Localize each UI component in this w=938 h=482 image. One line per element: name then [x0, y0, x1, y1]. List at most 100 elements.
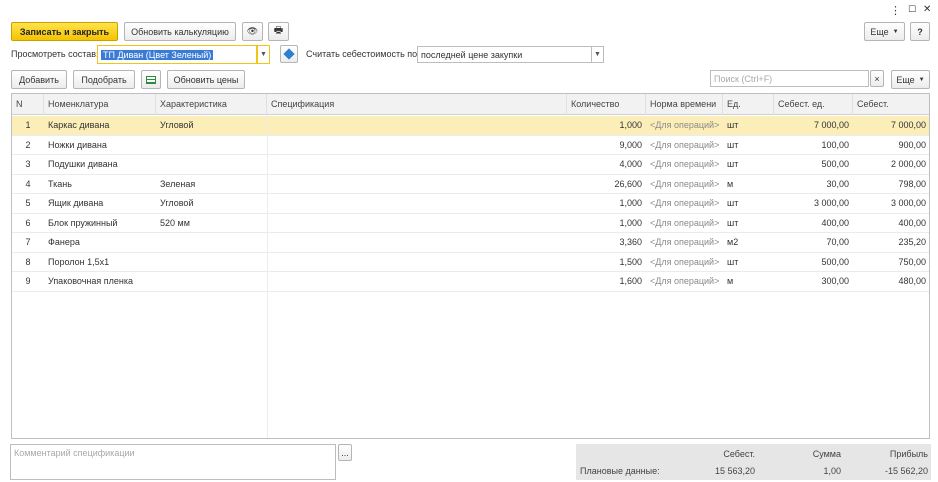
cell-specification[interactable]	[267, 175, 567, 194]
view-composition-field[interactable]: ТП Диван (Цвет Зеленый)	[97, 45, 257, 64]
cell-quantity[interactable]: 1,000	[567, 194, 646, 213]
cell-unit[interactable]: шт	[723, 136, 774, 155]
table-row[interactable]: 3 Подушки дивана 4,000 <Для операций> шт 500,…	[12, 155, 929, 175]
cell-time-norm[interactable]: <Для операций>	[646, 155, 723, 174]
table-icon[interactable]	[141, 70, 161, 89]
cell-quantity[interactable]: 1,000	[567, 214, 646, 233]
cell-characteristic[interactable]: Угловой	[156, 116, 267, 135]
table-row[interactable]: 4 Ткань Зеленая 26,600 <Для операций> м 30,00 7…	[12, 175, 929, 194]
cell-nomenclature[interactable]: Ножки дивана	[44, 136, 156, 155]
cell-n[interactable]: 6	[12, 214, 44, 233]
cell-quantity[interactable]: 1,000	[567, 116, 646, 135]
column-header-time-norm[interactable]: Норма времени	[646, 94, 723, 115]
cell-time-norm[interactable]: <Для операций>	[646, 175, 723, 194]
cell-unit-cost[interactable]: 30,00	[774, 175, 853, 194]
comment-open-button[interactable]: ...	[338, 444, 352, 461]
cell-quantity[interactable]: 4,000	[567, 155, 646, 174]
pick-button[interactable]: Подобрать	[73, 70, 135, 89]
cell-characteristic[interactable]: Зеленая	[156, 175, 267, 194]
maximize-icon[interactable]: ☐	[908, 4, 916, 15]
table-row[interactable]: 9 Упаковочная пленка 1,600 <Для операций> м 3…	[12, 272, 929, 292]
cell-characteristic[interactable]	[156, 233, 267, 252]
column-header-unit[interactable]: Ед.	[723, 94, 774, 115]
search-clear-button[interactable]: ×	[870, 70, 884, 87]
cell-cost[interactable]: 900,00	[853, 136, 930, 155]
cell-specification[interactable]	[267, 136, 567, 155]
cell-unit-cost[interactable]: 3 000,00	[774, 194, 853, 213]
view-composition-dropdown[interactable]: ▼	[257, 45, 270, 64]
cell-n[interactable]: 4	[12, 175, 44, 194]
add-button[interactable]: Добавить	[11, 70, 67, 89]
eye-icon[interactable]: 👁	[242, 22, 263, 41]
cell-characteristic[interactable]: 520 мм	[156, 214, 267, 233]
cell-unit[interactable]: м2	[723, 233, 774, 252]
cell-cost[interactable]: 400,00	[853, 214, 930, 233]
cell-time-norm[interactable]: <Для операций>	[646, 272, 723, 291]
table-row[interactable]: 7 Фанера 3,360 <Для операций> м2 70,00 235,20	[12, 233, 929, 253]
cell-nomenclature[interactable]: Блок пружинный	[44, 214, 156, 233]
cell-unit[interactable]: шт	[723, 155, 774, 174]
table-row[interactable]: 1 Каркас дивана Угловой 1,000 <Для операций>…	[12, 116, 929, 136]
cell-nomenclature[interactable]: Фанера	[44, 233, 156, 252]
cell-quantity[interactable]: 1,600	[567, 272, 646, 291]
calc-cost-field[interactable]: последней цене закупки	[417, 46, 592, 63]
composition-table[interactable]: N Номенклатура Характеристика Спецификац…	[11, 93, 930, 439]
cell-unit[interactable]: шт	[723, 214, 774, 233]
cell-nomenclature[interactable]: Подушки дивана	[44, 155, 156, 174]
cell-characteristic[interactable]	[156, 155, 267, 174]
cell-quantity[interactable]: 1,500	[567, 253, 646, 272]
cell-nomenclature[interactable]: Ткань	[44, 175, 156, 194]
cell-time-norm[interactable]: <Для операций>	[646, 194, 723, 213]
table-more-button[interactable]: Еще ▼	[891, 70, 930, 89]
menu-icon[interactable]: ⋮	[890, 4, 901, 17]
cell-unit[interactable]: м	[723, 175, 774, 194]
more-button[interactable]: Еще ▼	[864, 22, 905, 41]
column-header-characteristic[interactable]: Характеристика	[156, 94, 267, 115]
cell-cost[interactable]: 7 000,00	[853, 116, 930, 135]
cell-specification[interactable]	[267, 233, 567, 252]
column-header-quantity[interactable]: Количество	[567, 94, 646, 115]
cell-unit-cost[interactable]: 400,00	[774, 214, 853, 233]
cell-n[interactable]: 5	[12, 194, 44, 213]
cell-unit-cost[interactable]: 500,00	[774, 155, 853, 174]
cell-nomenclature[interactable]: Каркас дивана	[44, 116, 156, 135]
cell-time-norm[interactable]: <Для операций>	[646, 214, 723, 233]
cell-nomenclature[interactable]: Ящик дивана	[44, 194, 156, 213]
cell-characteristic[interactable]	[156, 253, 267, 272]
search-input[interactable]: Поиск (Ctrl+F)	[710, 70, 869, 87]
cell-nomenclature[interactable]: Поролон 1,5х1	[44, 253, 156, 272]
cell-time-norm[interactable]: <Для операций>	[646, 136, 723, 155]
print-icon[interactable]: 🖶	[268, 22, 289, 41]
cell-unit-cost[interactable]: 7 000,00	[774, 116, 853, 135]
table-row[interactable]: 5 Ящик дивана Угловой 1,000 <Для операций> шт…	[12, 194, 929, 214]
column-header-n[interactable]: N	[12, 94, 44, 115]
table-row[interactable]: 6 Блок пружинный 520 мм 1,000 <Для операций>…	[12, 214, 930, 233]
cell-unit-cost[interactable]: 100,00	[774, 136, 853, 155]
column-header-nomenclature[interactable]: Номенклатура	[44, 94, 156, 115]
cell-unit-cost[interactable]: 500,00	[774, 253, 853, 272]
cell-n[interactable]: 9	[12, 272, 44, 291]
cell-specification[interactable]	[267, 214, 567, 233]
cell-specification[interactable]	[267, 194, 567, 213]
table-row[interactable]: 8 Поролон 1,5х1 1,500 <Для операций> шт 500,0…	[12, 253, 929, 272]
cell-time-norm[interactable]: <Для операций>	[646, 253, 723, 272]
cell-time-norm[interactable]: <Для операций>	[646, 233, 723, 252]
cell-cost[interactable]: 235,20	[853, 233, 930, 252]
close-icon[interactable]: ✕	[923, 4, 931, 15]
cell-unit-cost[interactable]: 300,00	[774, 272, 853, 291]
help-button[interactable]: ?	[910, 22, 930, 41]
cell-specification[interactable]	[267, 116, 567, 135]
cell-nomenclature[interactable]: Упаковочная пленка	[44, 272, 156, 291]
cell-unit[interactable]: шт	[723, 116, 774, 135]
table-row[interactable]: 2 Ножки дивана 9,000 <Для операций> шт 100,00…	[12, 136, 930, 155]
column-header-cost[interactable]: Себест.	[853, 94, 930, 115]
cell-characteristic[interactable]	[156, 136, 267, 155]
cell-specification[interactable]	[267, 272, 567, 291]
open-icon[interactable]	[280, 45, 298, 63]
cell-n[interactable]: 2	[12, 136, 44, 155]
cell-specification[interactable]	[267, 155, 567, 174]
cell-n[interactable]: 7	[12, 233, 44, 252]
cell-unit[interactable]: шт	[723, 253, 774, 272]
cell-characteristic[interactable]: Угловой	[156, 194, 267, 213]
column-header-specification[interactable]: Спецификация	[267, 94, 567, 115]
